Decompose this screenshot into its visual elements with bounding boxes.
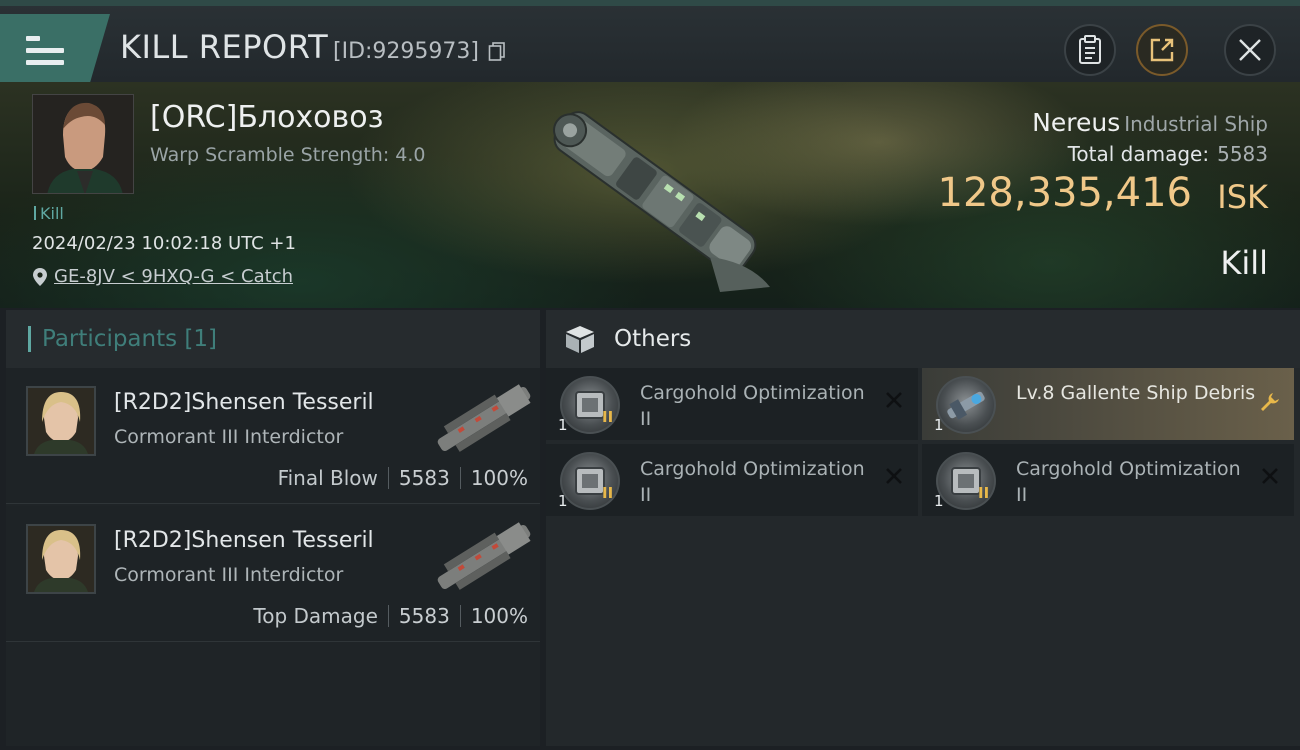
ship-debris-icon <box>936 376 996 434</box>
item-meta-level: II <box>602 408 614 426</box>
participant-stats: Final Blow 5583 100% <box>278 466 528 490</box>
kill-result: Kill <box>1220 244 1268 282</box>
participant-name[interactable]: [R2D2]Shensen Tesseril <box>114 390 374 415</box>
pilot-portrait-icon <box>28 388 94 454</box>
share-button[interactable] <box>1136 24 1188 76</box>
item-quantity: 1 <box>558 416 568 434</box>
participants-header[interactable]: Participants [1] <box>6 310 540 368</box>
item-slot[interactable]: 1 II Cargohold Optimization II <box>922 444 1294 516</box>
item-name: Cargohold Optimization II <box>1016 458 1241 506</box>
ship-name[interactable]: Nereus Industrial Ship <box>1032 108 1268 137</box>
victim-name[interactable]: [ORC]Блоховоз <box>150 100 384 135</box>
others-header: Others <box>546 310 1300 368</box>
total-damage: Total damage: 5583 <box>1068 142 1268 166</box>
participant-percent: 100% <box>470 604 528 628</box>
participants-panel: Participants [1] [R2D2]Shensen Tesseril … <box>6 310 540 746</box>
item-slot[interactable]: 1 II Cargohold Optimization II <box>546 444 918 516</box>
item-meta-level: II <box>978 484 990 502</box>
page-title: KILL REPORT <box>120 28 329 66</box>
kill-timestamp: 2024/02/23 10:02:18 UTC +1 <box>32 233 296 254</box>
ship-render-image <box>437 384 531 452</box>
participant-stats: Top Damage 5583 100% <box>253 604 528 628</box>
participant-row[interactable]: [R2D2]Shensen Tesseril Cormorant III Int… <box>6 506 540 642</box>
cube-icon <box>566 326 594 353</box>
item-slot[interactable]: 1 II Cargohold Optimization II <box>546 368 918 440</box>
location-pin-icon <box>33 267 47 286</box>
item-name: Lv.8 Gallente Ship Debris <box>1016 382 1256 404</box>
location-text[interactable]: GE-8JV < 9HXQ-G < Catch <box>54 266 293 287</box>
item-slot-highlighted[interactable]: 1 Lv.8 Gallente Ship Debris <box>922 368 1294 440</box>
clipboard-button[interactable] <box>1064 24 1116 76</box>
participant-role: Top Damage <box>253 604 378 628</box>
participant-role: Final Blow <box>277 466 378 490</box>
item-meta-level: II <box>602 484 614 502</box>
report-id: [ID:9295973] <box>333 39 479 64</box>
destroyed-x-icon <box>886 468 902 484</box>
total-damage-label: Total damage: <box>1067 142 1210 166</box>
isk-unit: ISK <box>1217 178 1268 216</box>
ship-class: Industrial Ship <box>1124 112 1268 136</box>
pilot-portrait-icon <box>28 526 94 592</box>
hamburger-menu-icon[interactable] <box>26 36 64 66</box>
participant-ship[interactable]: Cormorant III Interdictor <box>114 426 343 448</box>
participant-avatar[interactable] <box>26 524 96 594</box>
warp-scramble-strength: Warp Scramble Strength: 4.0 <box>150 144 426 166</box>
others-panel: Others 1 II Cargohold Optimization II 1 … <box>546 310 1300 746</box>
participant-percent: 100% <box>470 466 528 490</box>
victim-portrait[interactable] <box>32 94 134 194</box>
total-damage-value: 5583 <box>1217 142 1268 166</box>
participant-row[interactable]: [R2D2]Shensen Tesseril Cormorant III Int… <box>6 368 540 504</box>
participant-avatar[interactable] <box>26 386 96 456</box>
kill-banner: [ORC]Блоховоз Warp Scramble Strength: 4.… <box>0 82 1300 308</box>
item-quantity: 1 <box>934 492 944 510</box>
destroyed-x-icon <box>886 392 902 408</box>
ship-render-image <box>437 522 531 590</box>
wrench-icon[interactable] <box>1258 390 1282 414</box>
destroyed-x-icon <box>1262 468 1278 484</box>
ship-render-image <box>553 111 770 292</box>
pilot-portrait-icon <box>33 95 133 193</box>
item-name: Cargohold Optimization II <box>640 458 865 506</box>
participants-title[interactable]: Participants [1] <box>42 326 217 352</box>
copy-icon[interactable] <box>488 41 506 61</box>
others-title: Others <box>614 326 692 352</box>
item-quantity: 1 <box>934 416 944 434</box>
item-name: Cargohold Optimization II <box>640 382 865 430</box>
clipboard-icon <box>1079 35 1101 64</box>
item-quantity: 1 <box>558 492 568 510</box>
close-button[interactable] <box>1224 24 1276 76</box>
menu-button[interactable] <box>0 14 110 82</box>
isk-value: 128,335,416 <box>937 170 1192 216</box>
share-icon <box>1150 38 1174 62</box>
kill-tag: Kill <box>34 204 64 223</box>
participant-ship[interactable]: Cormorant III Interdictor <box>114 564 343 586</box>
title-bar: KILL REPORT [ID:9295973] <box>0 0 1300 82</box>
participant-damage: 5583 <box>398 604 450 628</box>
close-icon <box>1239 39 1261 61</box>
ship-type[interactable]: Nereus <box>1032 108 1120 137</box>
participant-damage: 5583 <box>398 466 450 490</box>
location-link[interactable]: GE-8JV < 9HXQ-G < Catch <box>32 266 293 287</box>
participant-name[interactable]: [R2D2]Shensen Tesseril <box>114 528 374 553</box>
